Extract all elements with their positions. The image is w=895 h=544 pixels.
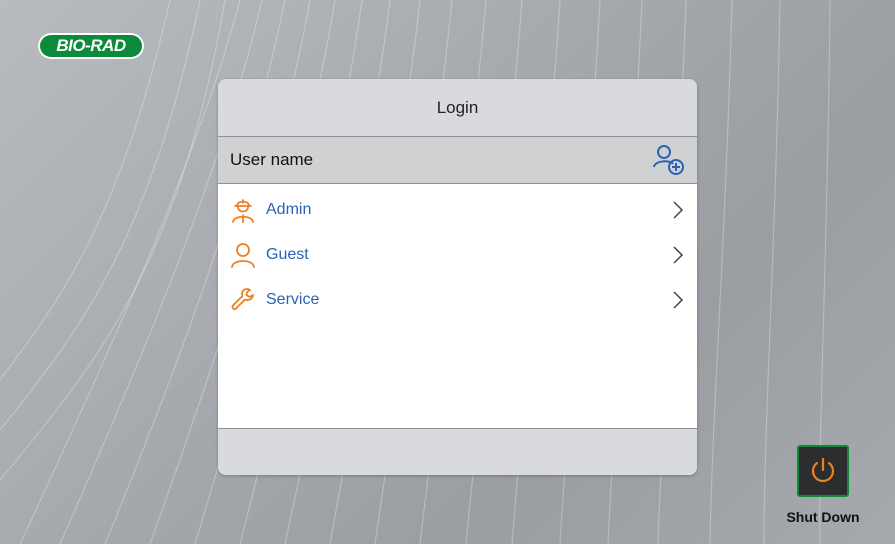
username-label: User name [230, 150, 314, 169]
username-header: User name [218, 137, 697, 184]
shutdown-area: Shut Down [778, 445, 868, 525]
bio-rad-logo: BIO-RAD [38, 33, 144, 59]
user-row-guest[interactable]: Guest [218, 232, 697, 277]
user-name-admin: Admin [266, 200, 312, 218]
user-list: Admin Guest Service [218, 184, 697, 429]
login-screen: BIO-RAD Login User name Admin Guest Serv… [0, 0, 895, 544]
user-row-service[interactable]: Service [218, 277, 697, 322]
dialog-title: Login [436, 97, 479, 117]
shutdown-button[interactable] [797, 445, 849, 497]
wrench-icon [230, 287, 256, 313]
chevron-right-icon [671, 245, 685, 265]
dialog-header: Login [218, 79, 697, 137]
admin-user-icon [230, 197, 256, 223]
login-dialog: Login User name Admin Guest Service [218, 79, 697, 475]
power-icon [811, 457, 835, 483]
user-row-admin[interactable]: Admin [218, 187, 697, 232]
shutdown-label: Shut Down [786, 509, 860, 525]
chevron-right-icon [671, 290, 685, 310]
add-user-icon [653, 145, 684, 175]
guest-user-icon [230, 242, 256, 268]
dialog-footer [218, 429, 697, 475]
user-name-guest: Guest [266, 245, 309, 263]
chevron-right-icon [671, 200, 685, 220]
user-name-service: Service [266, 290, 320, 308]
add-user-button[interactable] [651, 142, 687, 178]
logo-text: BIO-RAD [56, 36, 126, 55]
